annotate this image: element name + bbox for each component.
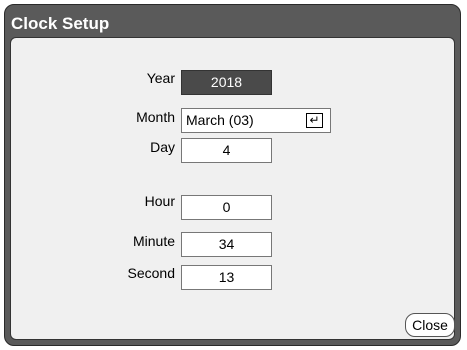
month-label: Month xyxy=(136,109,175,125)
clock-setup-panel: Year 2018 Month March (03) ↵ Day 4 Hour … xyxy=(10,37,455,340)
hour-label: Hour xyxy=(144,193,175,209)
second-field[interactable]: 13 xyxy=(181,265,272,290)
month-value: March (03) xyxy=(186,112,254,128)
second-label: Second xyxy=(127,265,175,281)
day-label: Day xyxy=(150,139,175,155)
minute-field[interactable]: 34 xyxy=(181,232,272,257)
minute-label: Minute xyxy=(132,233,175,249)
dialog-title: Clock Setup xyxy=(11,14,110,33)
enter-icon[interactable]: ↵ xyxy=(306,113,323,128)
month-select[interactable]: March (03) ↵ xyxy=(181,108,331,133)
year-field[interactable]: 2018 xyxy=(181,70,272,95)
clock-setup-dialog: Clock Setup Year 2018 Month March (03) ↵… xyxy=(4,4,461,346)
year-label: Year xyxy=(146,70,175,86)
hour-field[interactable]: 0 xyxy=(181,195,272,220)
day-field[interactable]: 4 xyxy=(181,138,272,163)
close-button[interactable]: Close xyxy=(405,313,455,337)
